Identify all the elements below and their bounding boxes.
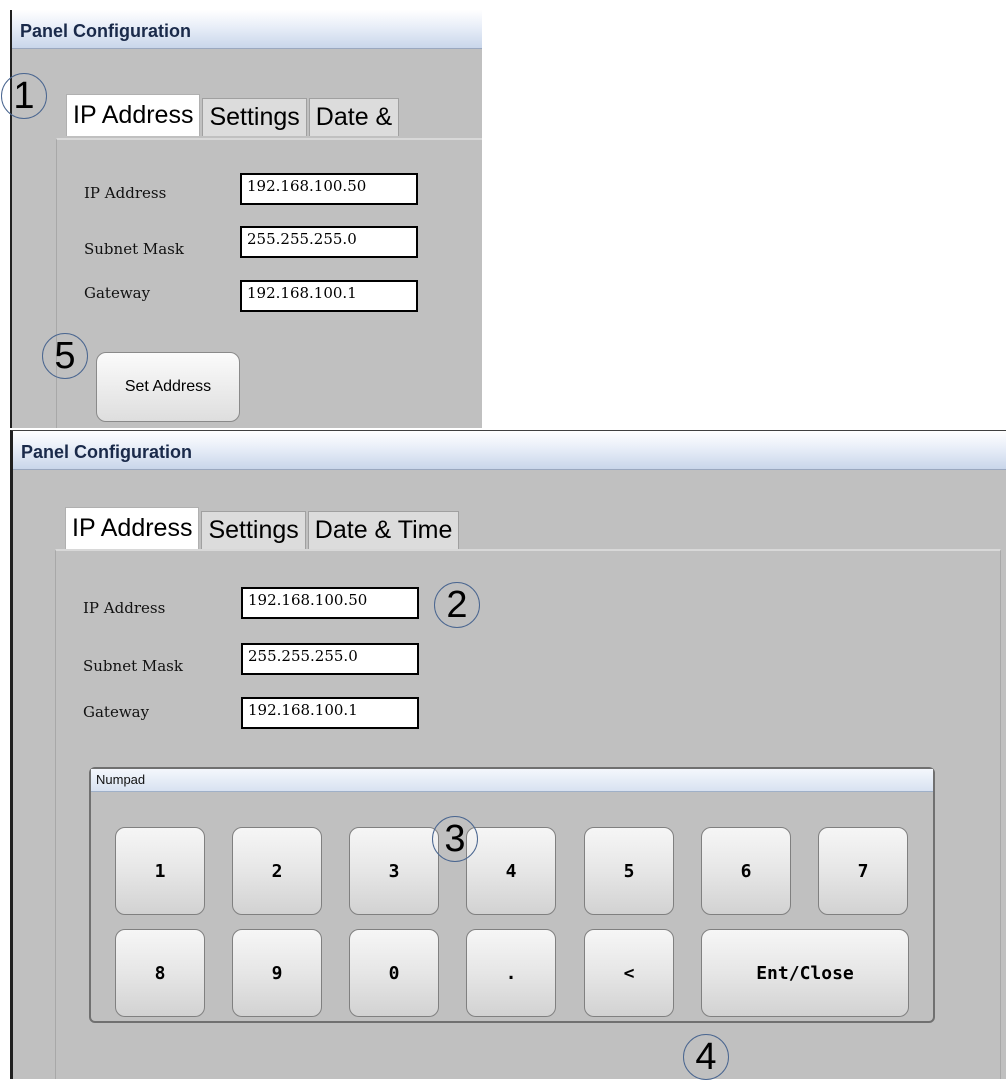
numpad-group: Numpad 1 2 3 4 5 6 7 8 9 0 . < Ent/Close (89, 767, 935, 1023)
callout-1: 1 (1, 73, 47, 119)
ip-address-input[interactable]: 192.168.100.50 (240, 173, 418, 205)
gateway-input[interactable]: 192.168.100.1 (240, 280, 418, 312)
subnet-mask-input[interactable]: 255.255.255.0 (240, 226, 418, 258)
subnet-mask-input[interactable]: 255.255.255.0 (241, 643, 419, 675)
tab-date-time[interactable]: Date & Time (307, 511, 460, 549)
callout-3: 3 (432, 816, 478, 862)
key-6[interactable]: 6 (701, 827, 791, 915)
callout-4: 4 (683, 1034, 729, 1080)
gateway-label: Gateway (84, 284, 151, 302)
ip-address-label: IP Address (84, 184, 167, 202)
key-2[interactable]: 2 (232, 827, 322, 915)
subnet-mask-label: Subnet Mask (83, 657, 183, 675)
tab-bar: IP Address Settings Date & Time (65, 507, 461, 549)
key-7[interactable]: 7 (818, 827, 908, 915)
gateway-input[interactable]: 192.168.100.1 (241, 697, 419, 729)
ip-address-label: IP Address (83, 599, 166, 617)
gateway-label: Gateway (83, 703, 150, 721)
key-backspace[interactable]: < (584, 929, 674, 1017)
key-4[interactable]: 4 (466, 827, 556, 915)
callout-2: 2 (434, 582, 480, 628)
tab-date-time[interactable]: Date & (308, 98, 400, 136)
tab-bar: IP Address Settings Date & (66, 94, 401, 136)
set-address-button[interactable]: Set Address (96, 352, 240, 422)
window-title: Panel Configuration (20, 21, 191, 41)
key-0[interactable]: 0 (349, 929, 439, 1017)
key-1[interactable]: 1 (115, 827, 205, 915)
window-title: Panel Configuration (21, 442, 192, 462)
callout-5: 5 (42, 333, 88, 379)
title-bar: Panel Configuration (12, 10, 482, 49)
bottom-window: Panel Configuration IP Address Settings … (10, 430, 1006, 1079)
tab-settings[interactable]: Settings (202, 98, 307, 136)
tab-ip-address[interactable]: IP Address (65, 507, 200, 549)
key-dot[interactable]: . (466, 929, 556, 1017)
key-8[interactable]: 8 (115, 929, 205, 1017)
numpad-title-bar: Numpad (91, 769, 933, 792)
numpad-title: Numpad (96, 772, 146, 787)
ent-close-button[interactable]: Ent/Close (701, 929, 909, 1017)
tab-ip-address[interactable]: IP Address (66, 94, 201, 136)
key-9[interactable]: 9 (232, 929, 322, 1017)
key-3[interactable]: 3 (349, 827, 439, 915)
key-5[interactable]: 5 (584, 827, 674, 915)
subnet-mask-label: Subnet Mask (84, 240, 184, 258)
tab-settings[interactable]: Settings (201, 511, 306, 549)
title-bar: Panel Configuration (13, 431, 1006, 470)
ip-address-input[interactable]: 192.168.100.50 (241, 587, 419, 619)
